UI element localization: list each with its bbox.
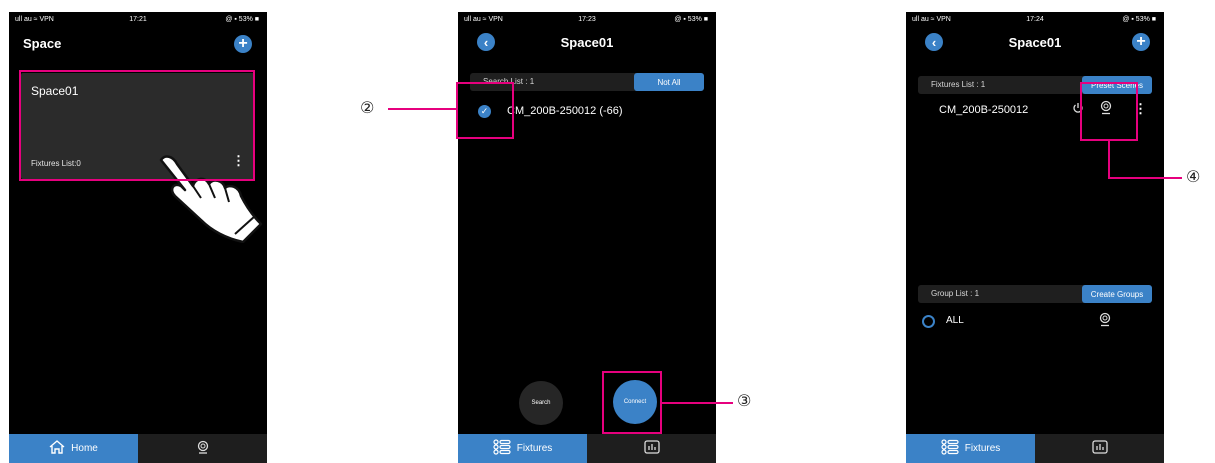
list-icon	[941, 439, 959, 458]
status-bar: ull au ≈ VPN 17:23 @ ▪ 53% ■	[458, 16, 716, 26]
tab-fixtures-label: Fixtures	[516, 443, 553, 454]
create-groups-button[interactable]: Create Groups	[1082, 285, 1152, 303]
highlight-space-card	[19, 70, 255, 181]
callout-2-line	[388, 108, 457, 110]
tab-home[interactable]: Home	[9, 434, 138, 463]
highlight-identify-icon	[1080, 82, 1138, 141]
equalizer-icon	[1091, 440, 1108, 457]
light-fixture-icon	[196, 440, 210, 457]
callout-3-line	[662, 402, 733, 404]
callout-4-line-vertical	[1108, 141, 1110, 179]
equalizer-icon	[643, 440, 660, 457]
add-space-button[interactable]: +	[234, 35, 252, 53]
page-title: Space01	[1008, 35, 1062, 50]
group-name: ALL	[946, 315, 964, 326]
status-bar: ull au ≈ VPN 17:21 @ ▪ 53% ■	[9, 16, 267, 26]
tab-fixtures-label: Fixtures	[964, 443, 1001, 454]
list-icon	[493, 439, 511, 458]
tab-fixtures-map[interactable]	[138, 434, 267, 463]
status-bar: ull au ≈ VPN 17:24 @ ▪ 53% ■	[906, 16, 1164, 26]
highlight-device-checkbox	[456, 82, 514, 139]
battery-status: @ ▪ 53% ■	[674, 16, 708, 23]
callout-2: ②	[360, 98, 375, 117]
search-button[interactable]: Search	[519, 381, 563, 425]
plus-icon: +	[1136, 33, 1146, 50]
tab-bar: Home	[9, 434, 267, 463]
group-list-count: Group List : 1	[931, 289, 980, 298]
page-title: Space01	[560, 35, 614, 50]
fixtures-list-count: Fixtures List : 1	[931, 80, 986, 89]
tab-fixtures[interactable]: Fixtures	[906, 434, 1035, 463]
tab-bar: Fixtures	[458, 434, 716, 463]
callout-3: ③	[737, 391, 752, 410]
not-all-button[interactable]: Not All	[634, 73, 704, 91]
group-list-bar: Group List : 1 Create Groups	[918, 285, 1152, 303]
tab-fixtures[interactable]: Fixtures	[458, 434, 587, 463]
identify-group-icon[interactable]	[1098, 312, 1112, 330]
add-button[interactable]: +	[1132, 33, 1150, 51]
home-icon	[49, 440, 65, 457]
battery-status: @ ▪ 53% ■	[1122, 16, 1156, 23]
tab-scenes[interactable]	[1035, 434, 1164, 463]
tab-bar: Fixtures	[906, 434, 1164, 463]
plus-icon: +	[238, 35, 248, 52]
screen-search-fixtures: ull au ≈ VPN 17:23 @ ▪ 53% ■ ‹ Space01 S…	[458, 12, 716, 463]
page-title: Space	[23, 36, 62, 51]
callout-4: ④	[1186, 167, 1201, 186]
highlight-connect-button	[602, 371, 662, 434]
tab-home-label: Home	[71, 443, 98, 454]
fixture-row[interactable]: CM_200B-250012	[939, 104, 1028, 116]
callout-4-line-horizontal	[1108, 177, 1182, 179]
tab-scenes[interactable]	[587, 434, 716, 463]
device-row[interactable]: CM_200B-250012 (-66)	[507, 105, 623, 117]
battery-status: @ ▪ 53% ■	[225, 16, 259, 23]
screen-fixtures: ull au ≈ VPN 17:24 @ ▪ 53% ■ ‹ Space01 +…	[906, 12, 1164, 463]
group-radio[interactable]	[922, 315, 935, 328]
